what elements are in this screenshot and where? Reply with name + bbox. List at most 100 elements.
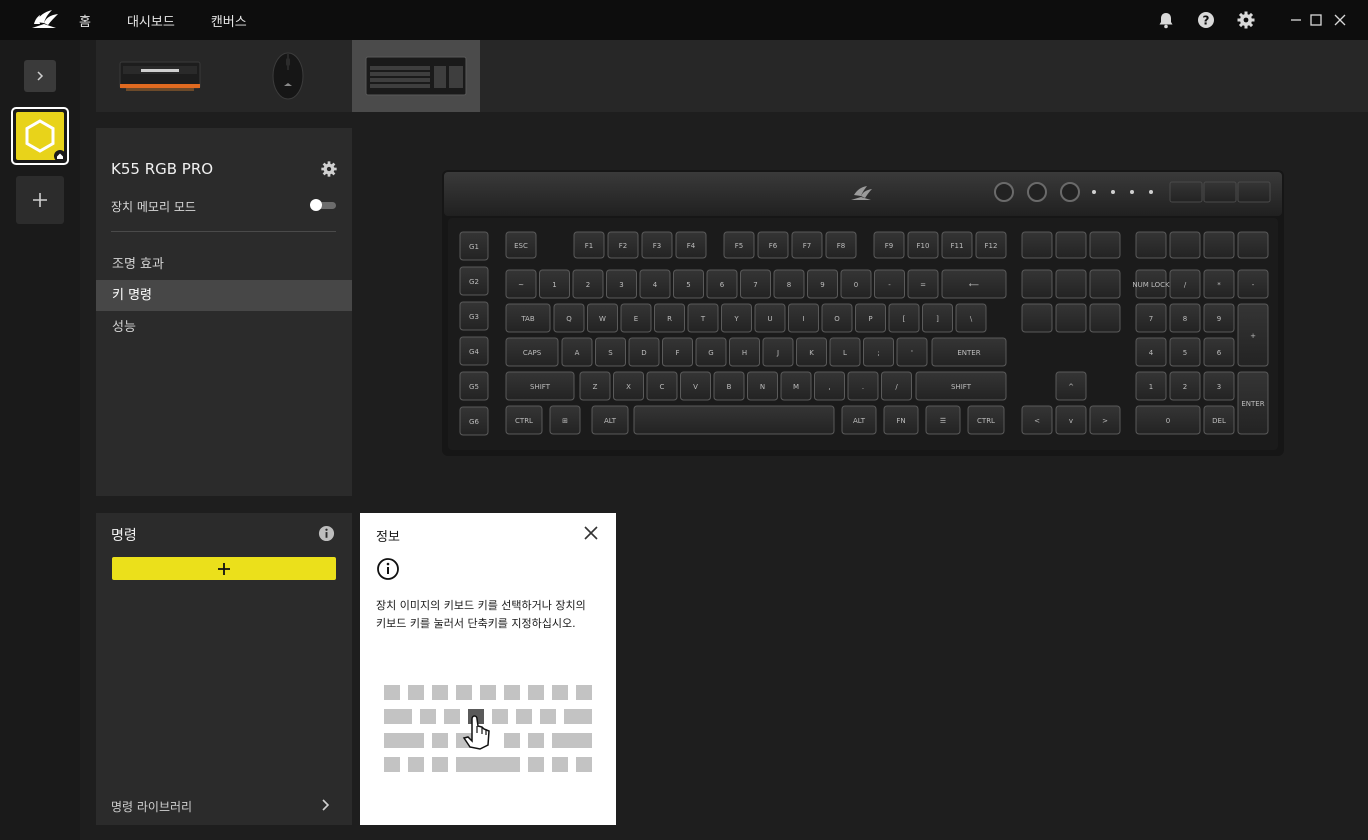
popup-instructions: 장치 이미지의 키보드 키를 선택하거나 장치의 키보드 키를 눌러서 단축키를… — [376, 599, 586, 630]
plus-icon — [33, 193, 47, 207]
key-label: ☰ — [940, 417, 946, 425]
volume-keys[interactable] — [1169, 181, 1271, 203]
key-label: ALT — [853, 417, 866, 425]
corsair-sails-icon[interactable] — [30, 8, 60, 32]
nav-canvas[interactable]: 캔버스 — [211, 11, 247, 30]
expand-rail-button[interactable] — [24, 60, 56, 92]
close-icon[interactable] — [582, 524, 600, 542]
maximize-icon[interactable] — [1306, 10, 1326, 30]
key-label: G4 — [469, 348, 479, 356]
active-profile-tile[interactable] — [11, 107, 69, 165]
top-navigation: 홈 대시보드 캔버스 — [79, 0, 283, 40]
key-label: CAPS — [523, 349, 542, 357]
key-nav[interactable] — [1055, 269, 1087, 299]
nav-dashboard[interactable]: 대시보드 — [127, 11, 175, 30]
key-label: 3 — [619, 281, 623, 289]
key-label: P — [868, 315, 872, 323]
key-nav[interactable] — [1055, 303, 1087, 333]
key-label: 1 — [552, 281, 556, 289]
profile-rail — [0, 40, 80, 840]
key-label: ; — [877, 349, 879, 357]
key-label: 0 — [854, 281, 858, 289]
memory-mode-toggle[interactable] — [310, 199, 336, 211]
key-label: NUM LOCK — [1132, 281, 1170, 289]
key-label: F5 — [735, 242, 743, 250]
key-label: SHIFT — [951, 383, 972, 391]
key-system[interactable] — [1055, 231, 1087, 259]
key-label: Z — [593, 383, 598, 391]
home-badge-icon — [54, 150, 66, 162]
key-label: 2 — [1183, 383, 1187, 391]
key-label: ⟵ — [969, 281, 979, 289]
plus-icon — [218, 562, 230, 575]
key-system[interactable] — [1089, 231, 1121, 259]
key-media[interactable] — [1135, 231, 1167, 259]
command-library-link[interactable]: 명령 라이브러리 — [111, 798, 192, 815]
keyboard-select-illustration — [384, 685, 592, 772]
key-label: F8 — [837, 242, 845, 250]
key-label: 3 — [1217, 383, 1221, 391]
key-label: G3 — [469, 313, 479, 321]
key-label: ENTER — [957, 349, 980, 357]
menu-key-commands[interactable]: 키 명령 — [96, 280, 352, 311]
key-label: V — [693, 383, 698, 391]
title-bar: 홈 대시보드 캔버스 ? — [0, 0, 1368, 40]
key-label: ] — [936, 315, 939, 323]
key-label: U — [767, 315, 772, 323]
menu-performance[interactable]: 성능 — [96, 312, 352, 343]
key-media[interactable] — [1203, 231, 1235, 259]
key-nav[interactable] — [1021, 303, 1053, 333]
key-label: DEL — [1212, 417, 1226, 425]
minimize-icon[interactable] — [1286, 10, 1306, 30]
key-label: TAB — [520, 315, 535, 323]
key-label: 5 — [1183, 349, 1187, 357]
key-label: T — [700, 315, 706, 323]
memory-module-icon — [119, 61, 201, 91]
key-label: 8 — [1183, 315, 1187, 323]
key-space[interactable] — [633, 405, 835, 435]
popup-title: 정보 — [376, 530, 400, 545]
key-label: 4 — [653, 281, 658, 289]
menu-lighting-effects[interactable]: 조명 효과 — [96, 249, 352, 280]
device-tile-keyboard[interactable] — [352, 40, 480, 112]
key-nav[interactable] — [1021, 269, 1053, 299]
nav-home[interactable]: 홈 — [79, 11, 91, 30]
chevron-right-icon — [37, 71, 44, 81]
key-label: O — [834, 315, 840, 323]
key-label: M — [793, 383, 799, 391]
key-label: F3 — [653, 242, 661, 250]
info-icon[interactable] — [318, 525, 335, 542]
key-label: CTRL — [515, 417, 533, 425]
device-panel: K55 RGB PRO 장치 메모리 모드 조명 효과 키 명령 성능 — [96, 128, 352, 496]
add-command-button[interactable] — [112, 557, 336, 580]
add-profile-button[interactable] — [16, 176, 64, 224]
bell-icon[interactable] — [1156, 10, 1176, 30]
key-label: Y — [733, 315, 739, 323]
key-label: I — [802, 315, 804, 323]
key-media[interactable] — [1237, 231, 1269, 259]
key-label: A — [575, 349, 580, 357]
key-system[interactable] — [1021, 231, 1053, 259]
key-label: F1 — [585, 242, 593, 250]
key-label: SHIFT — [530, 383, 551, 391]
keyboard-image[interactable]: G1G2G3G4G5G6ESC F1 F2 F3 F4 F5 F6 F7 F8 F9 F10 F11 F… — [442, 170, 1284, 456]
key-label: 6 — [1217, 349, 1222, 357]
key-label: F12 — [985, 242, 998, 250]
device-settings-gear-icon[interactable] — [320, 160, 338, 178]
device-tile-memory[interactable] — [96, 40, 224, 112]
gear-icon[interactable] — [1236, 10, 1256, 30]
chevron-right-icon[interactable] — [321, 798, 331, 812]
key-nav[interactable] — [1089, 303, 1121, 333]
close-icon[interactable] — [1330, 10, 1350, 30]
key-label: ^ — [1068, 383, 1074, 391]
key-label: Q — [566, 315, 572, 323]
key-media[interactable] — [1169, 231, 1201, 259]
key-label: FN — [896, 417, 905, 425]
key-label: 8 — [787, 281, 791, 289]
info-circle-icon — [377, 558, 399, 580]
help-icon[interactable]: ? — [1196, 10, 1216, 30]
key-label: ⊞ — [562, 417, 568, 425]
key-nav[interactable] — [1089, 269, 1121, 299]
device-strip — [96, 40, 1368, 112]
key-label: G5 — [469, 383, 479, 391]
